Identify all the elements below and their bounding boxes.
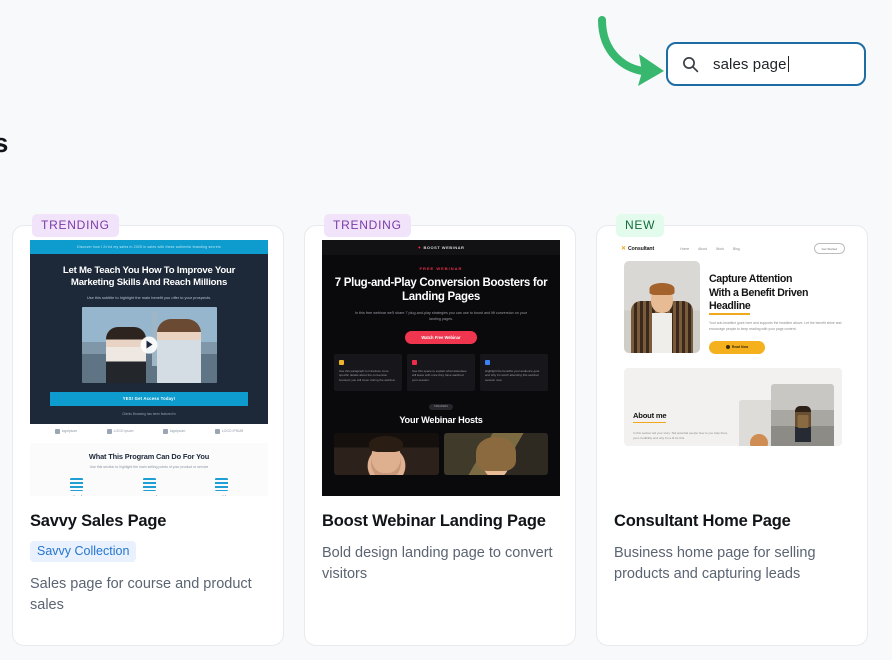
- status-badge: TRENDING: [324, 214, 411, 237]
- preview-about-photo: [771, 383, 834, 446]
- preview-column-text: Highlight the benefits your audience get…: [485, 368, 540, 383]
- preview-nav-link: About: [698, 246, 708, 251]
- brand-mark-icon: ✕: [621, 245, 627, 252]
- preview-as-seen-label: Clients Browsing has been featured in: [122, 411, 176, 416]
- search-icon: [682, 56, 699, 73]
- preview-backpack: [797, 414, 808, 428]
- preview-person-shirt: [652, 313, 672, 353]
- preview-cta-label: Read Now: [731, 345, 749, 350]
- preview-feature: Coaching Platea lorem integer lorem vel …: [185, 477, 258, 496]
- preview-headline-line: Capture Attention: [709, 273, 793, 285]
- preview-person-a: [105, 326, 146, 383]
- search-value: sales page: [713, 55, 787, 73]
- search-input[interactable]: sales page: [666, 42, 866, 86]
- preview-logo-row: logoipsum LOGO ipsum logoipsum LOGO IPSU…: [30, 424, 268, 443]
- template-title: Boost Webinar Landing Page: [322, 512, 546, 530]
- brand-mark-icon: ✦: [417, 245, 422, 250]
- template-gallery-page: sales page lates ng now online TRENDING …: [0, 0, 892, 660]
- template-thumbnail[interactable]: Discover how I 2x'ed my sales in 2025 in…: [30, 240, 268, 496]
- preview-feature-name: Cloud: [44, 495, 109, 496]
- preview-about-section: About me In this section tell your story…: [624, 367, 842, 446]
- preview-navbar: ✕ Consultant Home About Work Blog Get St…: [614, 240, 852, 257]
- preview-section-title: What This Program Can Do For You: [88, 451, 210, 461]
- template-card[interactable]: TRENDING Discover how I 2x'ed my sales i…: [12, 214, 284, 646]
- preview-section-title: Your Webinar Hosts: [399, 414, 483, 425]
- preview-logo: logoipsum: [54, 428, 77, 434]
- status-badge: TRENDING: [32, 214, 119, 237]
- preview-cta-button: Read Now: [709, 340, 765, 354]
- preview-column: Use this paragraph to introduce more spe…: [334, 353, 402, 391]
- template-meta: Boost Webinar Landing Page Bold design l…: [322, 512, 560, 585]
- preview-headline-line: Headline: [709, 300, 751, 316]
- preview-headline: Capture Attention With a Benefit Driven …: [709, 273, 842, 316]
- template-title: Savvy Sales Page: [30, 512, 167, 530]
- preview-host-photo: [443, 432, 548, 475]
- bolt-icon: [339, 359, 344, 365]
- preview-logo: LOGO IPSUM: [214, 428, 243, 434]
- template-meta: Consultant Home Page Business home page …: [614, 512, 852, 585]
- preview-brand: BOOST WEBINAR: [423, 245, 465, 250]
- preview-hero-photo: [624, 261, 700, 353]
- preview-logo: logoipsum: [162, 428, 185, 434]
- preview-navbar: ✦ BOOST WEBINAR: [322, 240, 560, 255]
- preview-feature: Better Earnings Semper dolore semper orn…: [113, 477, 186, 496]
- heart-icon: [412, 359, 417, 365]
- preview-subhead: In this free webinar we'll share 7 plug-…: [354, 310, 528, 321]
- preview-body-text: Your sub-headline goes here and supports…: [709, 320, 842, 331]
- user-icon: [215, 477, 229, 491]
- preview-column: Highlight the benefits your audience get…: [480, 353, 548, 391]
- template-card[interactable]: TRENDING ✦ BOOST WEBINAR FREE WEBINAR 7 P…: [304, 214, 576, 646]
- preview-hero: Let Me Teach You How To Improve Your Mar…: [30, 254, 268, 424]
- chart-icon: [142, 477, 156, 491]
- preview-subhead: Use this subtitle to highlight the main …: [86, 294, 212, 300]
- play-icon: [140, 336, 158, 354]
- text-caret: [787, 56, 789, 72]
- preview-about-title: About me: [633, 410, 667, 423]
- preview-cta-button: YES! Get Access Today!: [50, 391, 248, 406]
- preview-video: [81, 306, 217, 383]
- preview-headline-line: With a Benefit Driven: [709, 286, 809, 299]
- template-card[interactable]: NEW ✕ Consultant Home About Work Blog Ge…: [596, 214, 868, 646]
- status-badge: NEW: [616, 214, 665, 237]
- template-description: Business home page for selling products …: [614, 544, 816, 582]
- preview-column-text: Use this space to explain what attendees…: [412, 368, 467, 383]
- list-icon: [69, 477, 83, 491]
- preview-about-body: In this section tell your story. Tell po…: [633, 431, 729, 441]
- preview-column-text: Use this paragraph to introduce more spe…: [339, 368, 396, 383]
- preview-logo: ✕ Consultant: [621, 246, 654, 252]
- preview-feature-name: Better Earnings: [117, 495, 182, 496]
- collection-badge[interactable]: Savvy Collection: [30, 540, 137, 562]
- preview-person-b: [156, 318, 201, 383]
- page-title: lates: [0, 128, 9, 158]
- preview-features-section: What This Program Can Do For You Use thi…: [30, 442, 268, 496]
- preview-cta-button: Watch Free Webinar: [405, 330, 477, 344]
- preview-feature-name: Coaching: [189, 495, 254, 496]
- page-subtitle: ng now online: [0, 165, 1, 182]
- play-circle-icon: [725, 345, 730, 350]
- preview-column: Use this space to explain what attendees…: [407, 353, 475, 391]
- preview-announcement-bar: Discover how I 2x'ed my sales in 2025 in…: [30, 240, 268, 254]
- preview-feature: Cloud Integer ipsum lorem pretium lorem …: [40, 477, 113, 496]
- preview-person-hair: [649, 283, 675, 295]
- preview-nav-link: Blog: [732, 246, 740, 251]
- template-thumbnail[interactable]: ✕ Consultant Home About Work Blog Get St…: [614, 240, 852, 496]
- preview-headline: 7 Plug-and-Play Conversion Boosters for …: [334, 277, 548, 304]
- template-description: Sales page for course and product sales: [30, 575, 252, 613]
- annotation-arrow-icon: [598, 16, 664, 86]
- preview-brand: Consultant: [628, 245, 655, 252]
- template-description: Bold design landing page to convert visi…: [322, 544, 553, 582]
- preview-headline: Let Me Teach You How To Improve Your Mar…: [62, 265, 236, 289]
- preview-pill-label: SPEAKERS: [429, 403, 453, 410]
- preview-section-sub: Use this section to highlight the main s…: [89, 464, 209, 469]
- preview-host-photo: [334, 432, 439, 475]
- preview-nav-link: Work: [716, 246, 724, 251]
- template-thumbnail[interactable]: ✦ BOOST WEBINAR FREE WEBINAR 7 Plug-and-P…: [322, 240, 560, 496]
- preview-nav-link: Home: [680, 246, 690, 251]
- star-icon: [485, 359, 490, 365]
- template-meta: Savvy Sales Page Savvy Collection Sales …: [30, 512, 268, 616]
- preview-nav-button: Get Started: [813, 243, 845, 254]
- template-title: Consultant Home Page: [614, 512, 791, 530]
- preview-logo: LOGO ipsum: [106, 428, 133, 434]
- preview-kicker: FREE WEBINAR: [419, 266, 463, 271]
